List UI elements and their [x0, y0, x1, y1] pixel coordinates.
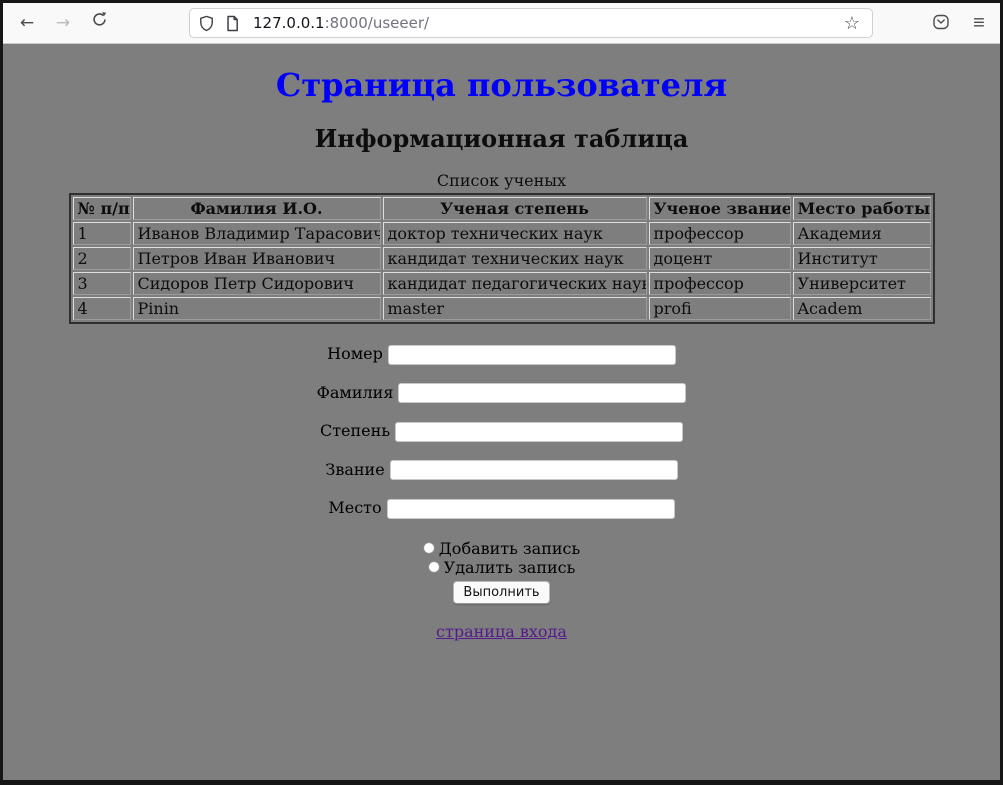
column-header: Фамилия И.О.	[133, 197, 381, 220]
delete-record-radio[interactable]	[428, 561, 440, 573]
degree-field[interactable]	[395, 422, 683, 442]
surname-field-label: Фамилия	[317, 383, 394, 402]
add-record-label: Добавить запись	[439, 539, 580, 558]
table-cell: Академия	[793, 222, 931, 245]
place-field-label: Место	[328, 498, 381, 517]
table-cell: Университет	[793, 272, 931, 295]
page-icon[interactable]	[224, 15, 241, 32]
back-button[interactable]: ←	[15, 10, 39, 36]
table-cell: 4	[73, 297, 131, 320]
column-header: Ученое звание	[649, 197, 791, 220]
place-field[interactable]	[387, 499, 675, 519]
reload-button[interactable]	[87, 10, 111, 36]
table-header-row: № п/п Фамилия И.О. Ученая степень Ученое…	[73, 197, 931, 220]
form-row-degree: Степень	[3, 421, 1000, 442]
table-cell: Институт	[793, 247, 931, 270]
bookmark-star-icon[interactable]: ☆	[840, 11, 864, 35]
delete-record-label: Удалить запись	[444, 558, 576, 577]
toolbar-right-icons: ≡	[930, 12, 990, 34]
table-cell: доктор технических наук	[383, 222, 647, 245]
table-caption: Список ученых	[69, 171, 935, 193]
browser-toolbar: ← → 127.0.0.1:8000/useeer/ ☆	[3, 3, 1000, 44]
url-path: :8000/useeer/	[325, 14, 430, 32]
table-cell: кандидат технических наук	[383, 247, 647, 270]
url-host: 127.0.0.1	[253, 14, 325, 32]
url-bar[interactable]: 127.0.0.1:8000/useeer/ ☆	[189, 8, 873, 38]
page-subtitle: Информационная таблица	[3, 124, 1000, 153]
execute-button[interactable]: Выполнить	[453, 581, 549, 604]
table-cell: master	[383, 297, 647, 320]
forward-button[interactable]: →	[51, 10, 75, 36]
table-row: 4 Pinin master profi Academ	[73, 297, 931, 320]
link-row: страница входа	[3, 622, 1000, 641]
table-cell: Иванов Владимир Тарасович	[133, 222, 381, 245]
table-cell: Academ	[793, 297, 931, 320]
column-header: Место работы	[793, 197, 931, 220]
browser-window: ← → 127.0.0.1:8000/useeer/ ☆	[0, 0, 1003, 785]
scientists-table: Список ученых № п/п Фамилия И.О. Ученая …	[69, 171, 935, 324]
column-header: Ученая степень	[383, 197, 647, 220]
surname-field[interactable]	[398, 383, 686, 403]
radio-line-delete: Удалить запись	[3, 558, 1000, 577]
login-page-link[interactable]: страница входа	[436, 622, 567, 641]
degree-field-label: Степень	[320, 421, 390, 440]
form-row-place: Место	[3, 498, 1000, 519]
table-row: 2 Петров Иван Иванович кандидат техничес…	[73, 247, 931, 270]
table-row: 1 Иванов Владимир Тарасович доктор техни…	[73, 222, 931, 245]
add-record-radio[interactable]	[423, 542, 435, 554]
form-row-surname: Фамилия	[3, 383, 1000, 404]
table-cell: Pinin	[133, 297, 381, 320]
table-cell: 3	[73, 272, 131, 295]
table-cell: profi	[649, 297, 791, 320]
column-header: № п/п	[73, 197, 131, 220]
table-cell: кандидат педагогических наук	[383, 272, 647, 295]
table-row: 3 Сидоров Петр Сидорович кандидат педаго…	[73, 272, 931, 295]
page-content: Страница пользователя Информационная таб…	[3, 44, 1000, 780]
number-field-label: Номер	[327, 344, 383, 363]
table-cell: профессор	[649, 272, 791, 295]
rank-field[interactable]	[390, 460, 678, 480]
table-cell: 2	[73, 247, 131, 270]
table-cell: Сидоров Петр Сидорович	[133, 272, 381, 295]
radio-line-add: Добавить запись	[3, 539, 1000, 558]
shield-icon[interactable]	[198, 15, 215, 32]
pocket-icon[interactable]	[930, 12, 952, 34]
form-row-rank: Звание	[3, 460, 1000, 481]
form-row-number: Номер	[3, 344, 1000, 365]
reload-icon	[91, 11, 108, 28]
page-title: Страница пользователя	[3, 66, 1000, 104]
action-radio-group: Добавить запись Удалить запись	[3, 539, 1000, 577]
table-cell: Петров Иван Иванович	[133, 247, 381, 270]
rank-field-label: Звание	[325, 460, 384, 479]
table-cell: профессор	[649, 222, 791, 245]
table-cell: доцент	[649, 247, 791, 270]
url-text[interactable]: 127.0.0.1:8000/useeer/	[253, 14, 840, 32]
menu-icon[interactable]: ≡	[968, 12, 990, 34]
button-row: Выполнить	[3, 581, 1000, 604]
table-cell: 1	[73, 222, 131, 245]
number-field[interactable]	[388, 345, 676, 365]
